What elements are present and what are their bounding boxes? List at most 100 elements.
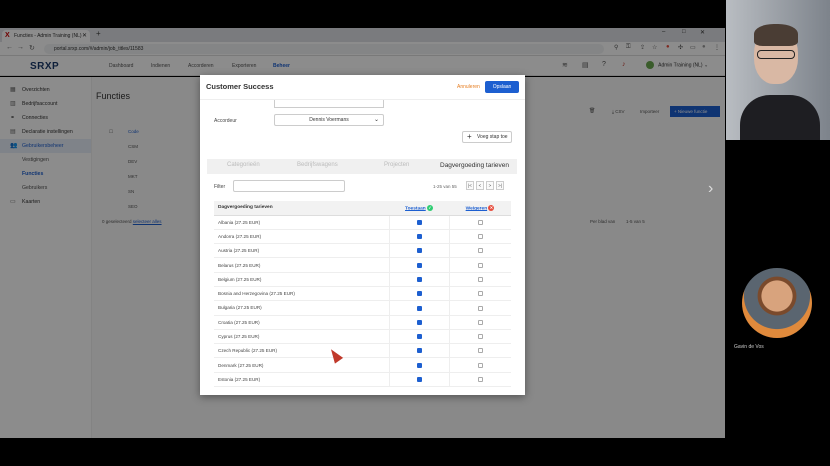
allow-checkbox[interactable] [416,248,422,254]
cancel-button[interactable]: Annuleren [457,84,480,90]
filter-input[interactable] [233,180,345,192]
add-step-label: Voeg stap toe [477,134,508,140]
deny-checkbox[interactable] [477,305,483,311]
presenter-body [740,95,820,140]
allowance-name: Albania (27.25 EUR) [214,215,389,230]
deny-column-header[interactable]: Weigeren ✕ [449,201,511,216]
allow-checkbox[interactable] [416,234,422,240]
modal-tabs: Categorieën Bedrijfswagens Projecten Dag… [207,159,517,174]
allow-checkbox[interactable] [416,291,422,297]
allow-checkbox[interactable] [416,348,422,354]
tab-dagvergoeding-tarieven[interactable]: Dagvergoeding tarieven [440,162,509,169]
allow-cell [388,229,450,245]
add-step-button[interactable]: + Voeg stap toe [462,131,512,143]
allow-cell [388,315,450,330]
allowance-name: Bulgaria (27.25 EUR) [214,300,389,316]
participant-avatar [742,268,812,338]
filter-label: Filter [214,184,226,190]
deny-cell [448,272,511,287]
allowance-name: Austria (27.25 EUR) [214,243,389,259]
allowance-name: Czech Republic (27.25 EUR) [214,343,389,359]
deny-checkbox[interactable] [477,348,483,354]
allow-cell [388,215,450,230]
deny-cell [448,229,511,245]
allow-checkbox[interactable] [416,377,422,383]
allow-cell [388,243,450,259]
deny-checkbox[interactable] [477,276,483,282]
allow-checkbox[interactable] [416,276,422,282]
allow-checkbox[interactable] [416,305,422,311]
allow-cell [388,357,450,373]
deny-cell [448,343,511,359]
accordeur-select[interactable]: Dennis Voermans ⌄ [274,114,384,126]
glasses-icon [757,50,795,59]
table-row: Cyprus (27.25 EUR) [214,329,511,345]
deny-cell [448,243,511,259]
check-circle-icon: ✓ [427,204,434,211]
accordeur-label: Accordeur [214,118,237,124]
table-row: Belgium (27.25 EUR) [214,272,511,287]
pager-range: 1-25 van 55 [433,184,457,189]
pager-prev-button[interactable]: < [476,181,484,190]
allowance-name: Cyprus (27.25 EUR) [214,329,389,345]
presenter-hair [754,24,798,46]
x-circle-icon: ✕ [488,204,495,211]
pager-first-button[interactable]: |< [466,181,474,190]
deny-checkbox[interactable] [477,262,483,268]
table-row: Croatia (27.25 EUR) [214,315,511,330]
allow-cell [388,343,450,359]
deny-checkbox[interactable] [477,219,483,225]
deny-cell [448,357,511,373]
deny-cell [448,215,511,230]
modal-title: Customer Success [206,82,274,91]
allow-column-header[interactable]: Toestaan ✓ [389,201,450,216]
table-row: Austria (27.25 EUR) [214,243,511,259]
allowance-name: Denmark (27.25 EUR) [214,357,389,373]
tab-categorieen[interactable]: Categorieën [227,162,260,168]
next-arrow-icon: › [708,180,714,197]
allow-cell [388,329,450,345]
participant-name: Gavin de Vos [734,344,764,350]
deny-checkbox[interactable] [477,234,483,240]
table-row: Denmark (27.25 EUR) [214,357,511,373]
deny-checkbox[interactable] [477,377,483,383]
allow-cell [388,286,450,302]
table-row: Belarus (27.25 EUR) [214,257,511,273]
table-row: Estonia (27.25 EUR) [214,372,511,388]
allow-checkbox[interactable] [416,319,422,325]
deny-checkbox[interactable] [477,248,483,254]
webcam-video [726,0,830,140]
deny-checkbox[interactable] [477,362,483,368]
save-button[interactable]: Opslaan [485,81,519,93]
allowance-name-header: Dagvergoeding tarieven [214,201,389,216]
modal-body: Accordeur Dennis Voermans ⌄ + Voeg stap … [200,99,525,395]
deny-header-label: Weigeren [465,205,488,211]
deny-checkbox[interactable] [477,334,483,340]
table-row: Czech Republic (27.25 EUR) [214,343,511,359]
allow-checkbox[interactable] [416,334,422,340]
tab-bedrijfswagens[interactable]: Bedrijfswagens [297,162,338,168]
tab-projecten[interactable]: Projecten [384,162,409,168]
allow-cell [388,272,450,287]
allow-checkbox[interactable] [416,262,422,268]
chevron-down-icon: ⌄ [373,117,379,123]
table-row: Andorra (27.25 EUR) [214,229,511,245]
table-row: Bosnia and Herzegovina (27.25 EUR) [214,286,511,302]
allowance-name: Bosnia and Herzegovina (27.25 EUR) [214,286,389,302]
deny-checkbox[interactable] [477,319,483,325]
edit-function-modal: Customer Success Annuleren Opslaan Accor… [200,75,525,395]
allow-cell [388,257,450,273]
pager-last-button[interactable]: >| [496,181,504,190]
deny-checkbox[interactable] [477,291,483,297]
deny-cell [448,300,511,316]
allowance-name: Belarus (27.25 EUR) [214,257,389,273]
allowance-name: Estonia (27.25 EUR) [214,372,389,388]
allowance-table: Dagvergoeding tarieven Toestaan ✓ Weiger… [214,201,511,388]
deny-cell [448,315,511,330]
pager-next-button[interactable]: > [486,181,494,190]
top-select-field[interactable] [274,100,384,108]
allow-header-label: Toestaan [405,205,426,211]
deny-cell [448,257,511,273]
allow-checkbox[interactable] [416,362,422,368]
allow-checkbox[interactable] [416,219,422,225]
